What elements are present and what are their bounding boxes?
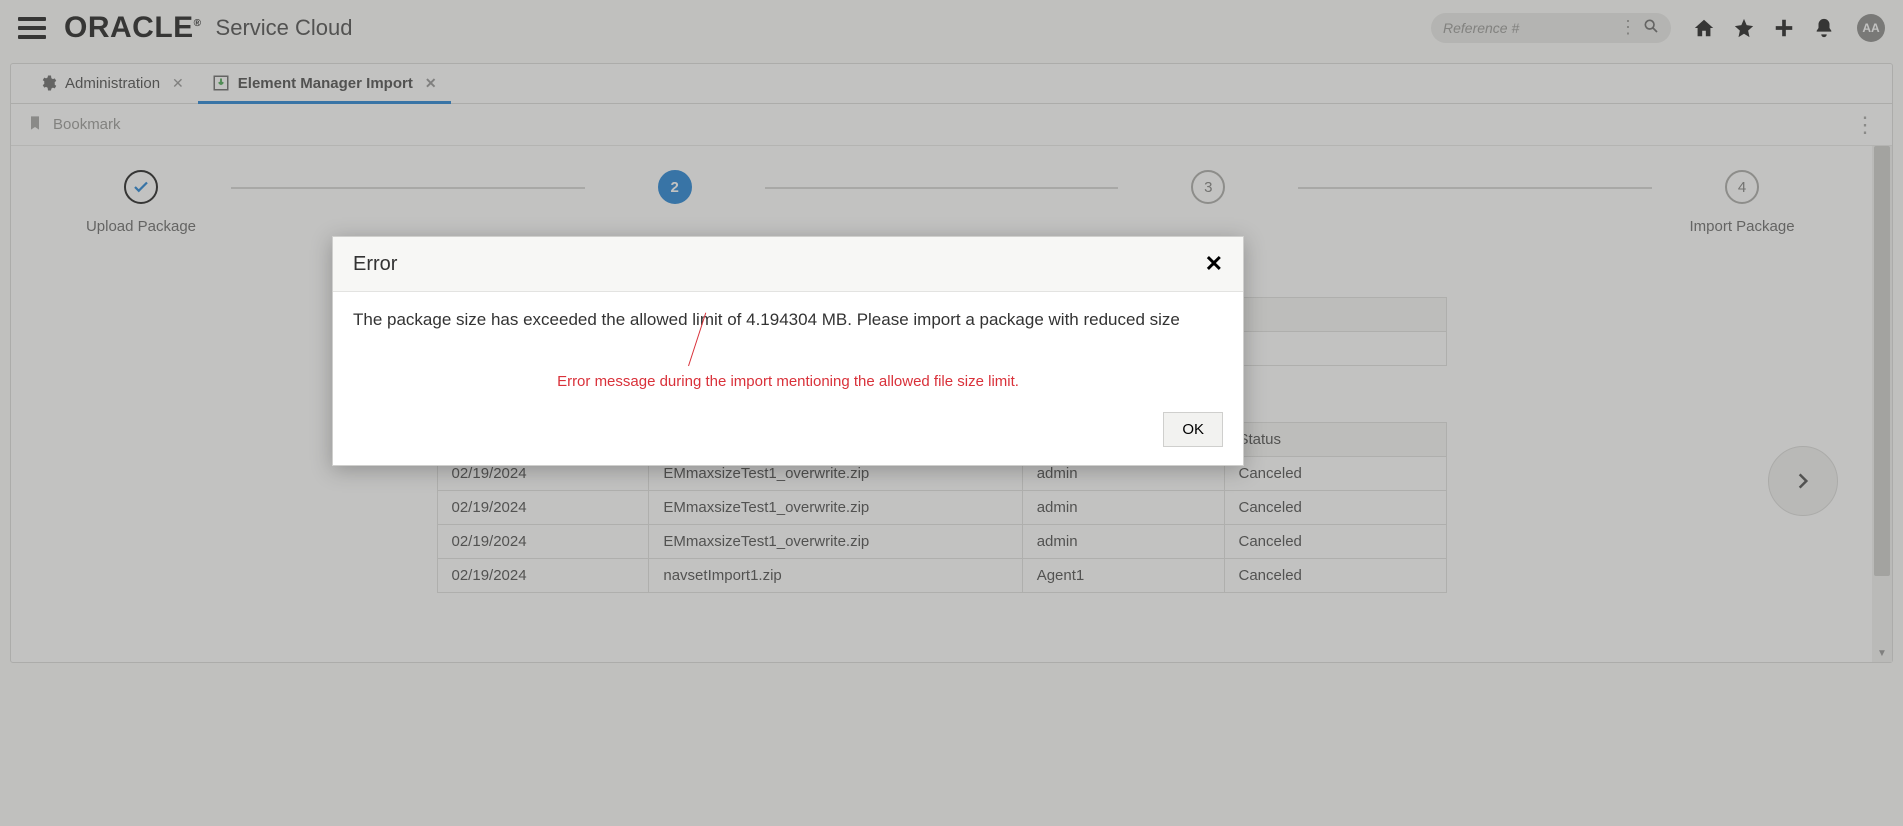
- error-dialog: Error ✕ The package size has exceeded th…: [332, 236, 1244, 466]
- close-icon[interactable]: ✕: [1205, 251, 1223, 277]
- dialog-header: Error ✕: [333, 237, 1243, 292]
- dialog-title: Error: [353, 253, 397, 276]
- dialog-footer: OK: [333, 412, 1243, 465]
- annotation-text: Error message during the import mentioni…: [333, 373, 1243, 390]
- error-message: The package size has exceeded the allowe…: [353, 310, 1223, 330]
- ok-button[interactable]: OK: [1163, 412, 1223, 447]
- dialog-body: The package size has exceeded the allowe…: [333, 292, 1243, 412]
